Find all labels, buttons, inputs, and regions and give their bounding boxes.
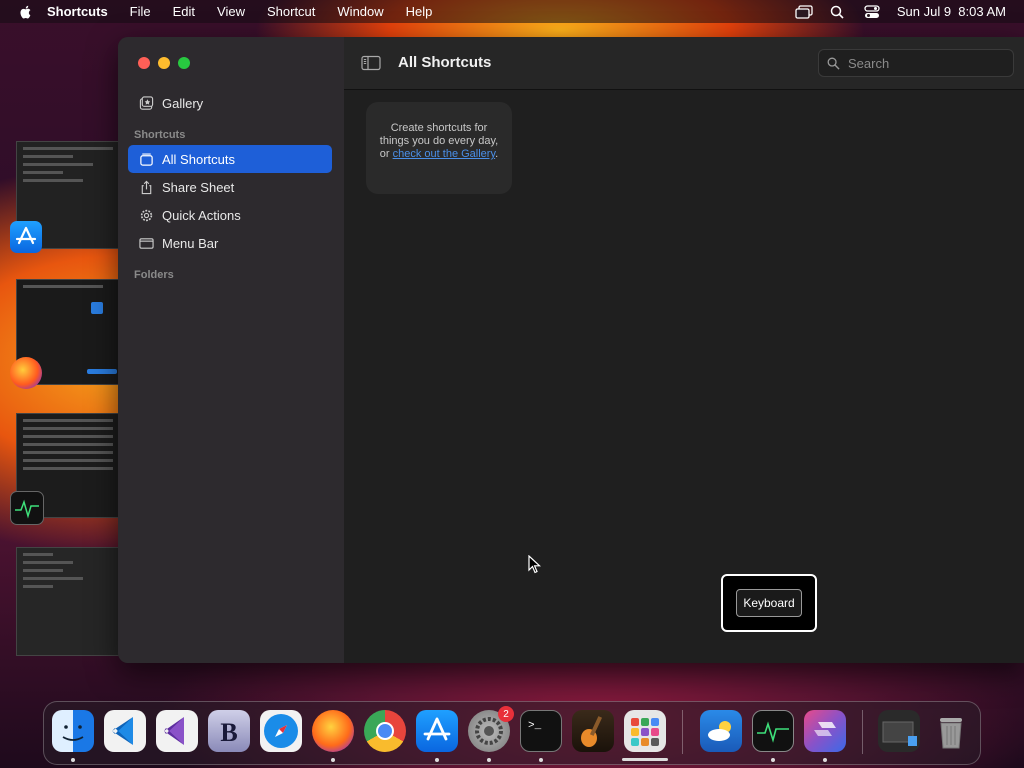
menu-app-name[interactable]: Shortcuts — [47, 4, 108, 19]
sidebar-item-share-sheet[interactable]: Share Sheet — [128, 173, 332, 201]
visual-studio-icon[interactable] — [156, 710, 198, 752]
empty-state-card: Create shortcuts for things you do every… — [366, 102, 512, 194]
sidebar-item-gallery[interactable]: Gallery — [128, 89, 332, 117]
shortcuts-section-header: Shortcuts — [134, 129, 186, 141]
gallery-link[interactable]: check out the Gallery — [393, 148, 496, 160]
firefox-dock-icon[interactable] — [312, 710, 354, 752]
keyboard-label: Keyboard — [736, 589, 802, 617]
dock-separator — [682, 710, 683, 754]
empty-state-period: . — [495, 148, 499, 160]
weather-icon[interactable] — [700, 710, 742, 752]
share-icon — [138, 179, 154, 195]
sidebar: Gallery Shortcuts All Shortcuts Share Sh… — [118, 37, 345, 663]
chrome-icon[interactable] — [364, 710, 406, 752]
page-title: All Shortcuts — [398, 54, 492, 71]
dock-separator — [862, 710, 863, 754]
vscode-icon[interactable] — [104, 710, 146, 752]
bbedit-icon[interactable]: B — [208, 710, 250, 752]
menu-help[interactable]: Help — [406, 4, 433, 19]
stage-thumbnail-settings[interactable] — [16, 547, 120, 656]
sidebar-item-label: Quick Actions — [162, 207, 241, 223]
app-store-dock-icon[interactable] — [416, 710, 458, 752]
firefox-icon[interactable] — [10, 357, 42, 389]
safari-icon[interactable] — [260, 710, 302, 752]
menu-shortcut[interactable]: Shortcut — [267, 4, 315, 19]
spotlight-search-icon[interactable] — [829, 5, 847, 19]
sidebar-item-label: Menu Bar — [162, 235, 219, 251]
screen-mirroring-icon[interactable] — [795, 4, 813, 19]
sidebar-item-label: Gallery — [162, 95, 204, 111]
keyboard-overlay[interactable]: Keyboard — [721, 574, 817, 632]
menu-clock[interactable]: Sun Jul 9 8:03 AM — [897, 4, 1006, 19]
sidebar-item-menu-bar[interactable]: Menu Bar — [128, 229, 332, 257]
control-center-icon[interactable] — [863, 4, 881, 19]
running-indicator — [771, 758, 775, 762]
running-indicator — [539, 758, 543, 762]
running-indicator — [487, 758, 491, 762]
mouse-cursor — [528, 555, 542, 574]
trash-icon[interactable] — [930, 710, 972, 752]
svg-text:>_: >_ — [528, 720, 542, 732]
search-input[interactable] — [846, 54, 1000, 72]
menubar-icon — [138, 235, 154, 251]
search-field[interactable] — [818, 49, 1014, 77]
shortcuts-grid: Create shortcuts for things you do every… — [344, 90, 1024, 663]
zoom-button[interactable] — [178, 57, 190, 69]
menu-window[interactable]: Window — [337, 4, 383, 19]
search-icon — [827, 57, 840, 70]
launchpad-icon[interactable] — [624, 710, 666, 752]
terminal-icon[interactable]: >_ — [520, 710, 562, 752]
downloads-stack-icon[interactable] — [878, 710, 920, 752]
running-indicator — [71, 758, 75, 762]
gear-icon — [138, 207, 154, 223]
running-indicator — [435, 758, 439, 762]
apple-menu-icon[interactable] — [18, 4, 34, 20]
sidebar-item-all-shortcuts[interactable]: All Shortcuts — [128, 145, 332, 173]
menu-file[interactable]: File — [130, 4, 151, 19]
svg-text:B: B — [220, 718, 237, 747]
minimize-button[interactable] — [158, 57, 170, 69]
activity-monitor-dock-icon[interactable] — [752, 710, 794, 752]
running-indicator — [331, 758, 335, 762]
shortcuts-window: Gallery Shortcuts All Shortcuts Share Sh… — [118, 37, 1024, 663]
running-indicator — [823, 758, 827, 762]
toolbar: All Shortcuts — [344, 37, 1024, 90]
sidebar-item-label: Share Sheet — [162, 179, 235, 195]
menu-bar: Shortcuts File Edit View Shortcut Window… — [0, 0, 1024, 23]
scroll-indicator — [622, 758, 668, 761]
menu-view[interactable]: View — [217, 4, 245, 19]
close-button[interactable] — [138, 57, 150, 69]
notification-badge: 2 — [498, 706, 514, 722]
gallery-icon — [138, 95, 154, 111]
activity-monitor-icon[interactable] — [10, 491, 44, 525]
toggle-sidebar-button[interactable] — [358, 51, 384, 75]
garageband-icon[interactable] — [572, 710, 614, 752]
app-store-icon[interactable] — [10, 221, 42, 253]
sidebar-item-quick-actions[interactable]: Quick Actions — [128, 201, 332, 229]
stack-icon — [138, 151, 154, 167]
folders-section-header: Folders — [134, 269, 174, 281]
shortcuts-dock-icon[interactable] — [804, 710, 846, 752]
menu-edit[interactable]: Edit — [173, 4, 195, 19]
finder-icon[interactable] — [52, 710, 94, 752]
sidebar-item-label: All Shortcuts — [162, 151, 235, 167]
sidebar-toggle-icon — [361, 55, 381, 71]
